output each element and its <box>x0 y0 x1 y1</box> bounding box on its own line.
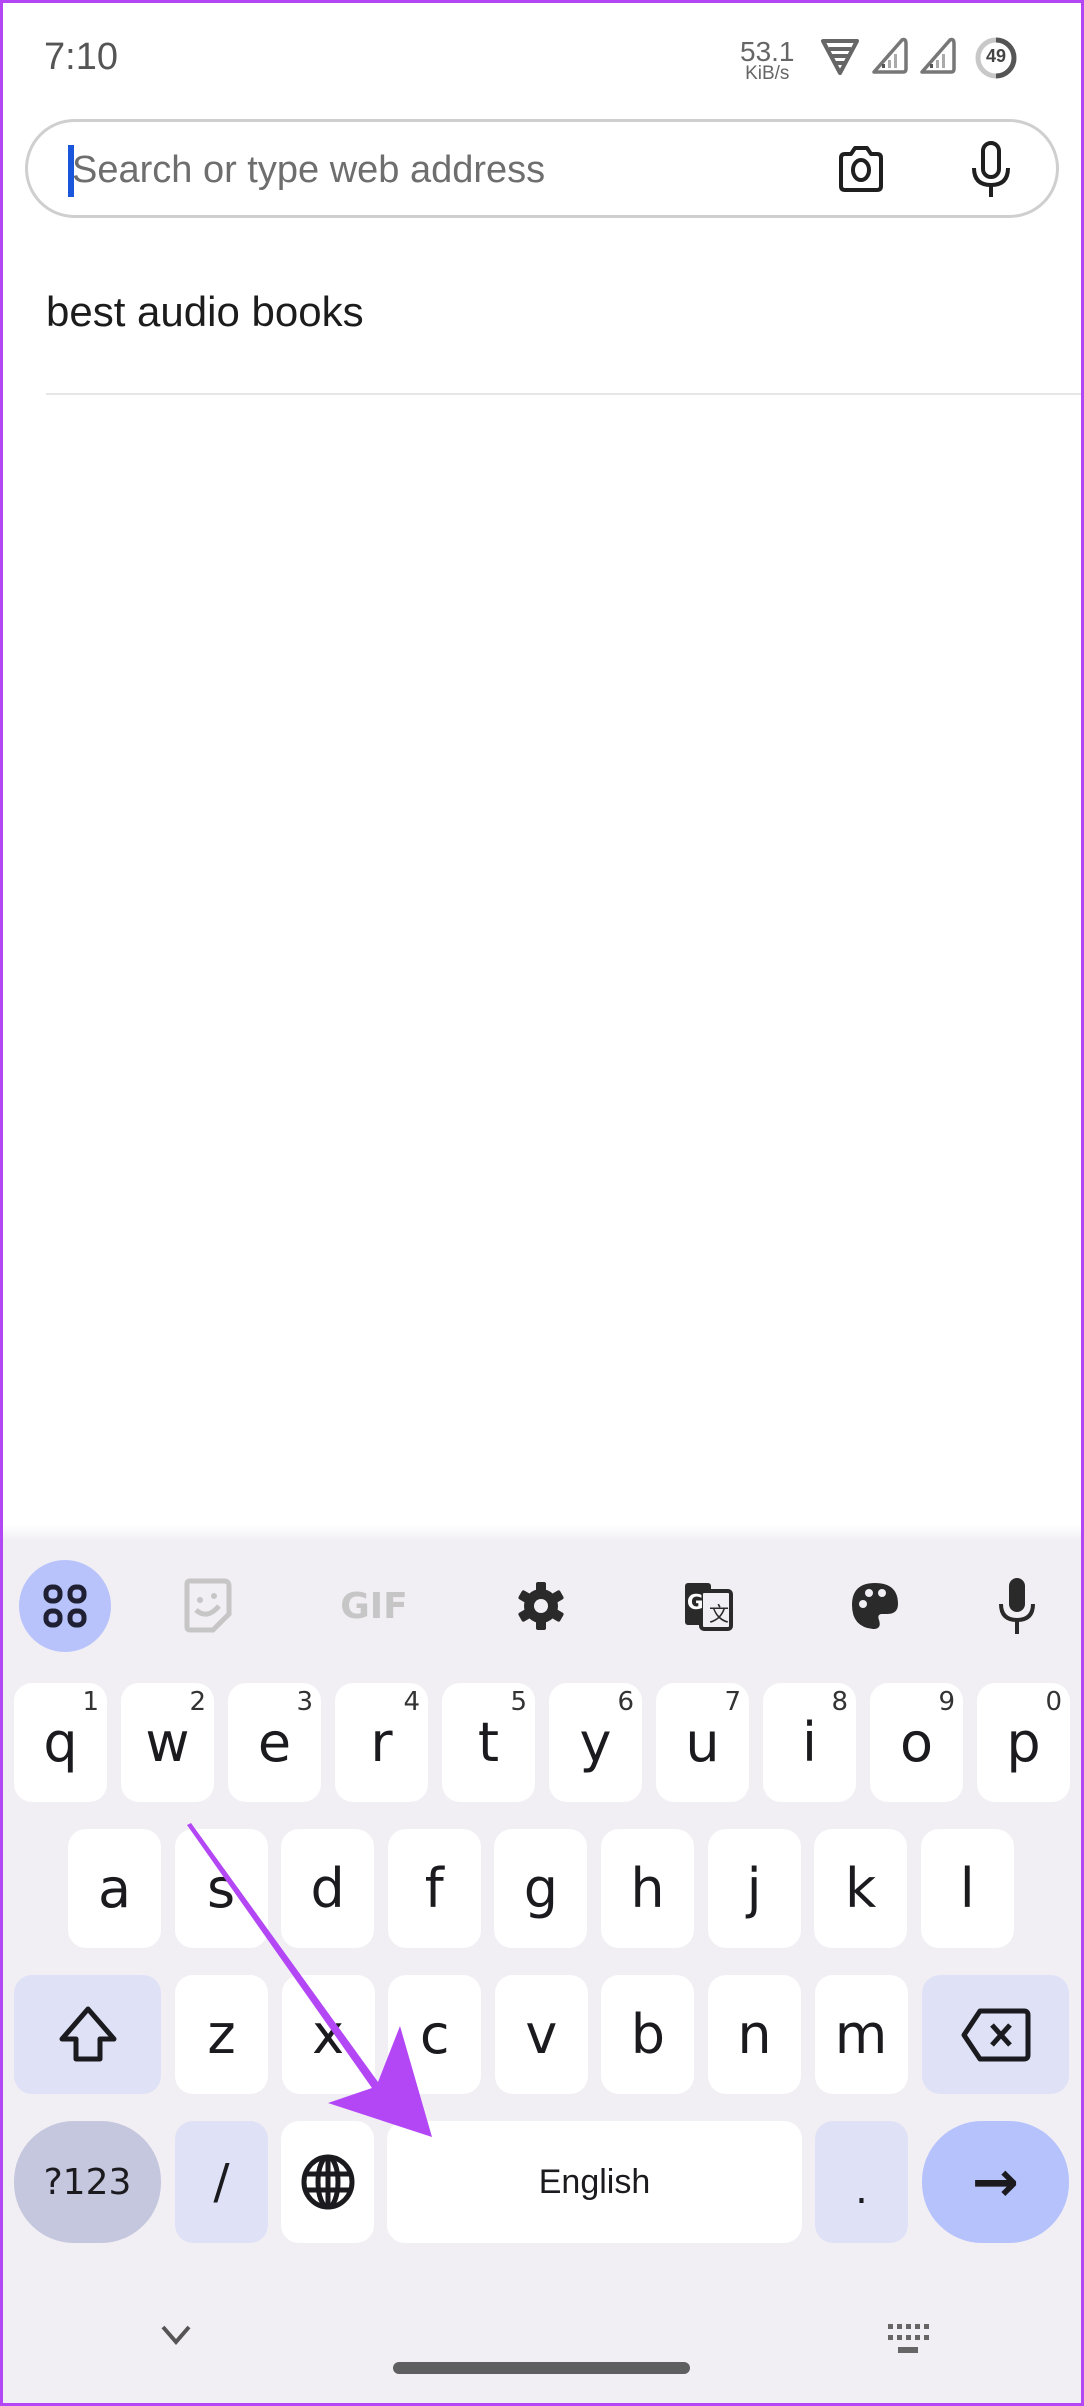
key-m[interactable]: m <box>814 1975 908 2094</box>
key-label: u <box>685 1711 720 1774</box>
key-hint: 5 <box>510 1687 527 1717</box>
backspace-key[interactable] <box>922 1975 1069 2094</box>
key-w[interactable]: w2 <box>121 1683 214 1802</box>
net-speed-unit: KiB/s <box>745 63 790 84</box>
key-label: o <box>899 1711 934 1774</box>
key-h[interactable]: h <box>601 1829 694 1948</box>
signal-icon <box>872 37 908 74</box>
key-j[interactable]: j <box>707 1829 801 1948</box>
keyboard-shadow <box>0 1525 1084 1541</box>
suggestion-item[interactable]: best audio books <box>46 288 364 336</box>
svg-text:G: G <box>687 1590 703 1614</box>
key-label: r <box>370 1711 393 1774</box>
battery-percent: 49 <box>985 46 1007 66</box>
key-q[interactable]: q1 <box>14 1683 107 1802</box>
period-key[interactable]: . <box>815 2121 908 2243</box>
clock: 7:10 <box>44 36 118 78</box>
settings-icon[interactable] <box>495 1560 587 1652</box>
net-speed: 53.1 KiB/s <box>740 38 795 84</box>
key-p[interactable]: p0 <box>977 1683 1070 1802</box>
key-b[interactable]: b <box>601 1975 695 2094</box>
key-label: e <box>257 1711 292 1774</box>
key-hint: 6 <box>617 1687 634 1717</box>
key-t[interactable]: t5 <box>442 1683 535 1802</box>
symbols-key[interactable]: ?123 <box>14 2121 161 2243</box>
key-g[interactable]: g <box>494 1829 588 1948</box>
key-i[interactable]: i8 <box>763 1683 856 1802</box>
key-z[interactable]: z <box>175 1975 268 2094</box>
key-hint: 3 <box>296 1687 313 1717</box>
key-label: t <box>477 1711 500 1774</box>
status-bar: 7:10 53.1 KiB/s 49 <box>0 0 1084 110</box>
globe-key[interactable] <box>281 2121 374 2243</box>
key-u[interactable]: u7 <box>656 1683 749 1802</box>
key-c[interactable]: c <box>388 1975 482 2094</box>
camera-icon[interactable] <box>833 142 889 198</box>
key-s[interactable]: s <box>174 1829 268 1948</box>
key-hint: 0 <box>1045 1687 1062 1717</box>
search-input[interactable] <box>72 140 812 200</box>
key-a[interactable]: a <box>68 1829 161 1948</box>
mic-icon[interactable] <box>966 140 1016 200</box>
key-n[interactable]: n <box>708 1975 801 2094</box>
address-bar[interactable] <box>25 119 1059 218</box>
key-hint: 7 <box>724 1687 741 1717</box>
key-hint: 9 <box>938 1687 955 1717</box>
sticker-icon[interactable] <box>161 1560 253 1652</box>
key-v[interactable]: v <box>494 1975 588 2094</box>
home-indicator[interactable] <box>393 2362 690 2374</box>
key-r[interactable]: r4 <box>335 1683 428 1802</box>
gif-label: GIF <box>340 1585 408 1627</box>
svg-text:文: 文 <box>709 1602 729 1626</box>
enter-key[interactable]: → <box>922 2121 1069 2243</box>
key-label: q <box>43 1711 78 1774</box>
apps-grid-icon[interactable] <box>19 1560 111 1652</box>
chevron-down-icon[interactable] <box>160 2322 192 2348</box>
key-o[interactable]: o9 <box>870 1683 963 1802</box>
key-d[interactable]: d <box>281 1829 375 1948</box>
key-e[interactable]: e3 <box>228 1683 321 1802</box>
key-hint: 1 <box>82 1687 99 1717</box>
backspace-icon <box>961 2008 1030 2061</box>
battery-icon: 49 <box>974 36 1018 80</box>
keyboard: GIF G 文 <box>0 1540 1084 2406</box>
key-x[interactable]: x <box>281 1975 375 2094</box>
globe-icon <box>301 2154 354 2210</box>
shift-key[interactable] <box>14 1975 161 2094</box>
signal-icon <box>920 37 956 74</box>
key-hint: 2 <box>189 1687 206 1717</box>
key-hint: 8 <box>831 1687 848 1717</box>
key-y[interactable]: y6 <box>549 1683 642 1802</box>
wifi-icon <box>821 39 859 75</box>
gif-icon[interactable]: GIF <box>328 1560 420 1652</box>
key-label: p <box>1006 1711 1041 1774</box>
key-label: w <box>145 1711 190 1774</box>
key-k[interactable]: k <box>814 1829 908 1948</box>
key-label: y <box>579 1711 612 1774</box>
keyboard-icon[interactable] <box>886 2322 930 2358</box>
key-label: i <box>801 1711 817 1774</box>
slash-key[interactable]: / <box>175 2121 268 2243</box>
key-hint: 4 <box>403 1687 420 1717</box>
keyboard-mic-icon[interactable] <box>971 1560 1063 1652</box>
shift-icon <box>59 2006 116 2061</box>
space-key[interactable]: English <box>387 2121 802 2243</box>
translate-icon[interactable]: G 文 <box>662 1560 754 1652</box>
key-f[interactable]: f <box>387 1829 481 1948</box>
key-l[interactable]: l <box>920 1829 1014 1948</box>
divider <box>46 393 1084 395</box>
palette-icon[interactable] <box>829 1560 921 1652</box>
